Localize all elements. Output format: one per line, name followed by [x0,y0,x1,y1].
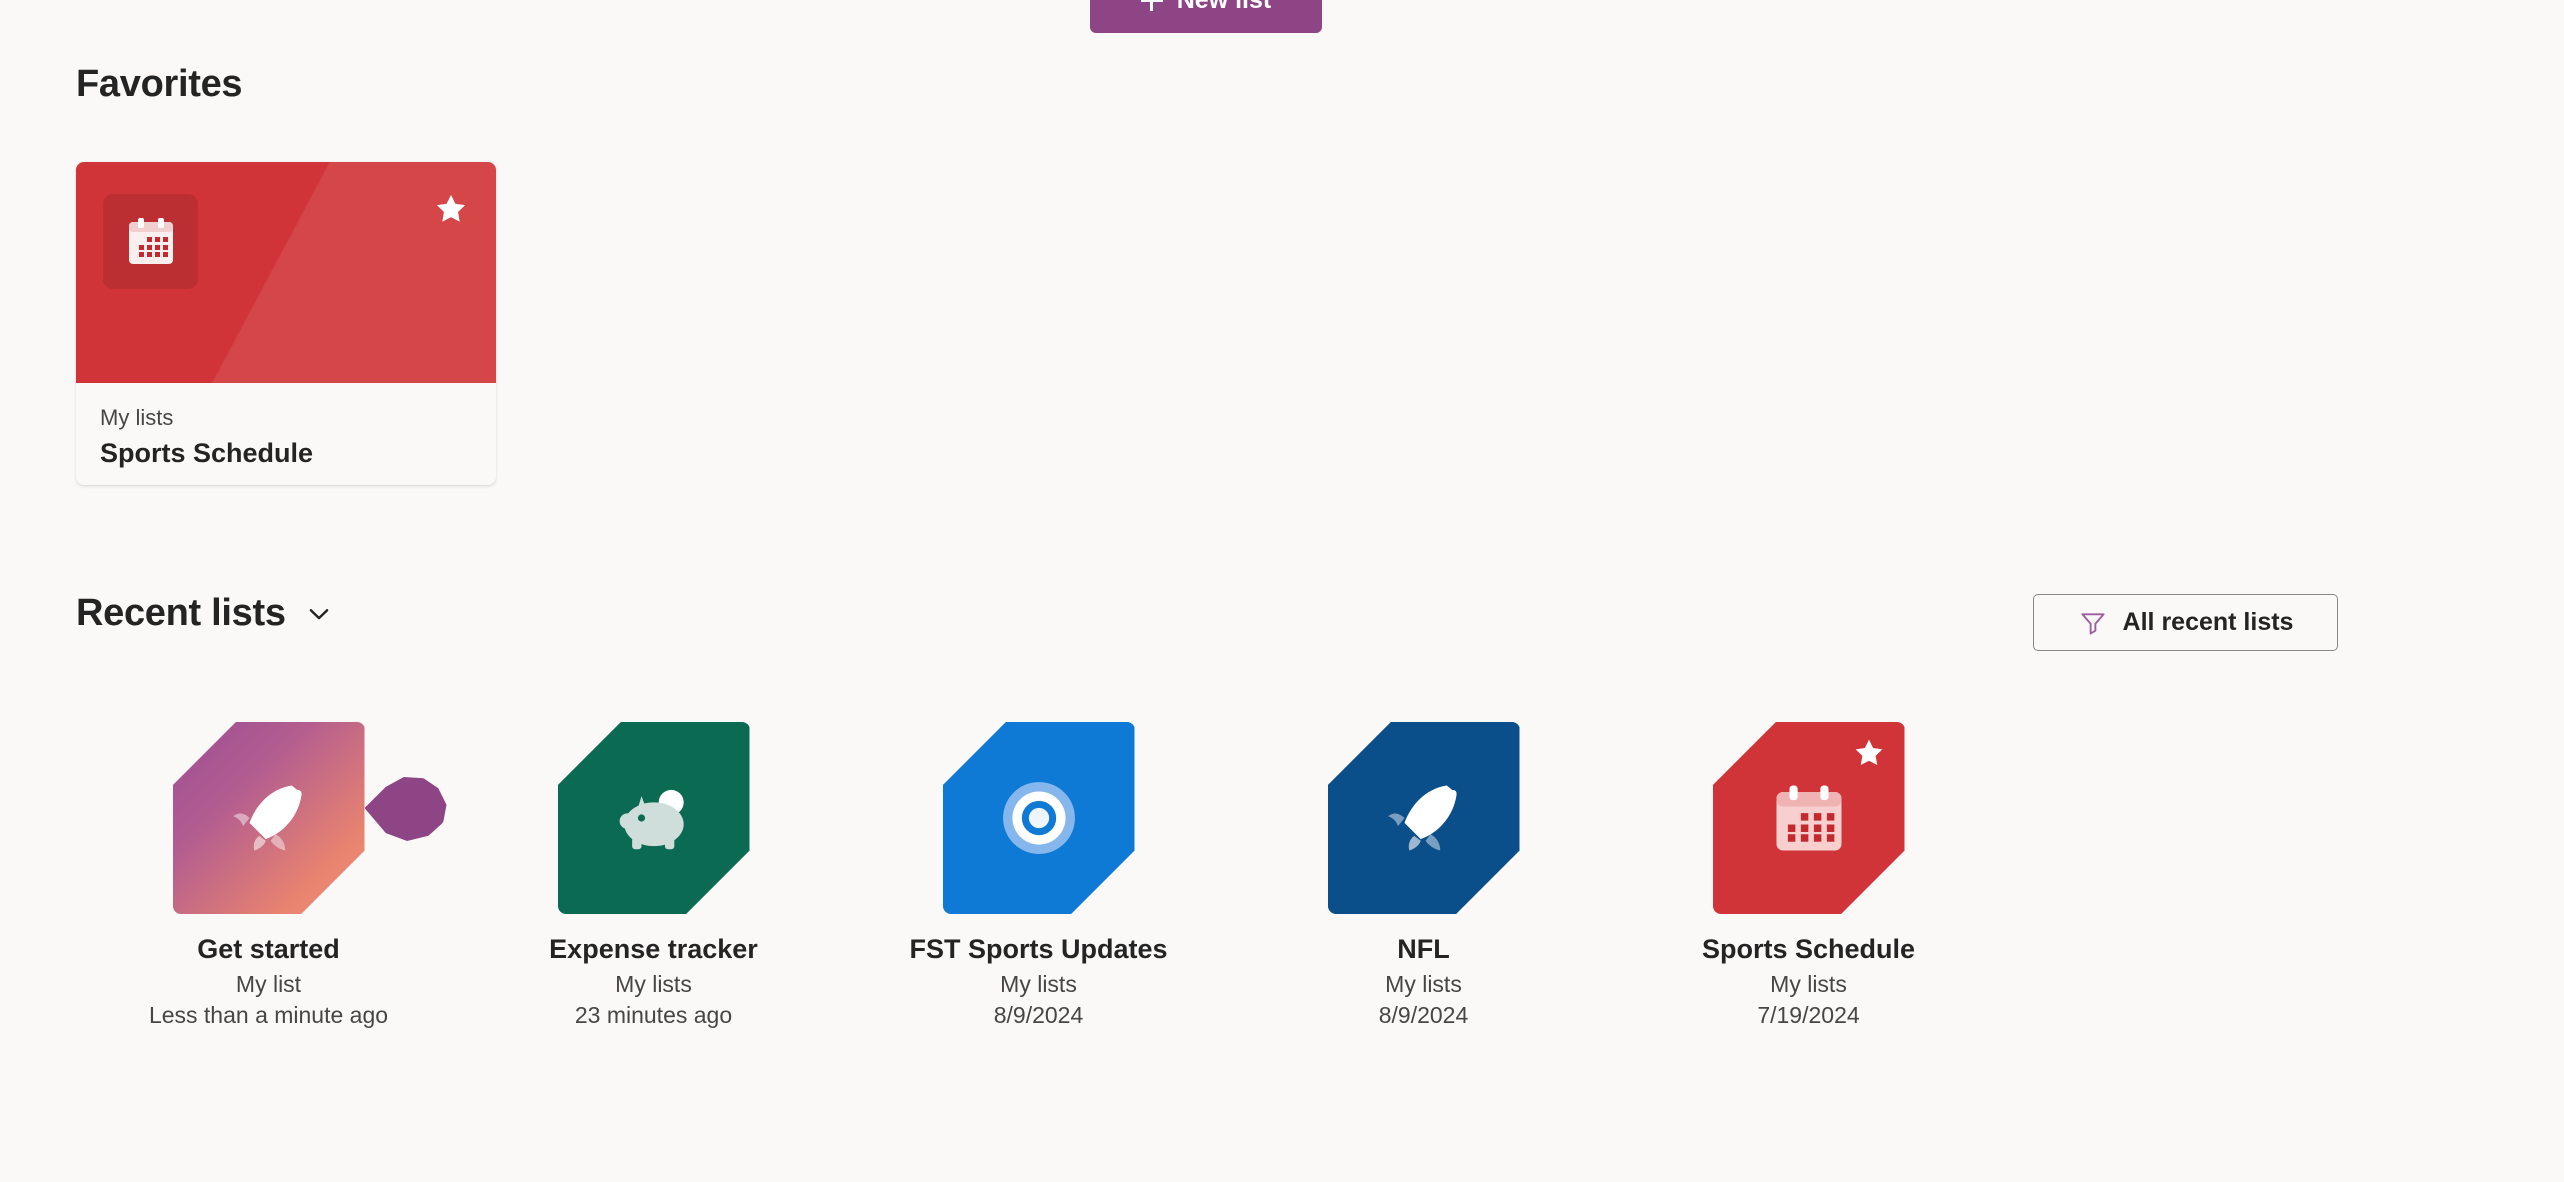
favorite-card-banner [76,162,496,383]
favorite-card-title: Sports Schedule [100,437,314,468]
recent-list-tile [172,722,447,914]
piggy-bank-icon [604,768,704,868]
recent-list-modified: 23 minutes ago [574,1001,733,1028]
recent-list-site: My lists [1770,970,1847,997]
new-list-button[interactable]: New list [1090,0,1322,33]
recent-list-title: FST Sports Updates [909,934,1168,964]
recent-list-site: My lists [1000,970,1077,997]
recent-list-item[interactable]: Get started My list Less than a minute a… [76,722,461,1031]
plus-icon [1140,0,1163,11]
filter-icon [2078,608,2108,638]
rocket-icon [217,766,321,870]
favorites-heading: Favorites [76,63,243,105]
recent-list-site: My lists [615,970,692,997]
recent-list-item[interactable]: Expense tracker My lists 23 minutes ago [461,722,846,1031]
favorite-card-body: My lists Sports Schedule [76,383,496,470]
tile-background [942,722,1135,914]
bullseye-icon [989,768,1089,868]
tile-background [1327,722,1520,914]
recent-list-tile [1712,722,1905,914]
tile-background [172,722,365,914]
recent-lists-header: Recent lists [76,592,334,635]
recent-list-tile [942,722,1135,914]
star-icon[interactable] [433,191,469,227]
all-recent-lists-button[interactable]: All recent lists [2033,594,2338,651]
recent-list-modified: 8/9/2024 [1378,1001,1469,1028]
all-recent-lists-label: All recent lists [2122,608,2294,636]
recent-list-site: My lists [1385,970,1462,997]
tile-background [557,722,750,914]
recent-lists-heading: Recent lists [76,592,286,634]
favorite-card-site: My lists [100,405,174,430]
rocket-icon [1372,766,1476,870]
recent-list-title: NFL [1397,934,1450,964]
recent-list-modified: Less than a minute ago [148,1001,389,1028]
recent-list-item[interactable]: NFL My lists 8/9/2024 [1231,722,1616,1031]
recent-list-title: Sports Schedule [1701,934,1916,964]
recent-list-tile [1327,722,1520,914]
calendar-icon [1757,766,1861,870]
callout-indicator[interactable] [364,776,447,841]
recent-list-item[interactable]: Sports Schedule My lists 7/19/2024 [1616,722,2001,1031]
favorite-card-sports-schedule[interactable]: My lists Sports Schedule [76,162,496,485]
recent-list-title: Expense tracker [549,934,758,964]
recent-list-title: Get started [197,934,340,964]
calendar-icon [103,194,198,289]
recent-list-modified: 7/19/2024 [1757,1001,1860,1028]
new-list-button-label: New list [1177,0,1271,15]
recent-list-item[interactable]: FST Sports Updates My lists 8/9/2024 [846,722,1231,1031]
chevron-down-icon[interactable] [304,599,334,629]
recent-list-tile [557,722,750,914]
recent-list-site: My list [235,970,302,997]
recent-lists-grid: Get started My list Less than a minute a… [76,722,2486,1031]
star-icon[interactable] [1852,736,1886,770]
recent-list-modified: 8/9/2024 [993,1001,1084,1028]
